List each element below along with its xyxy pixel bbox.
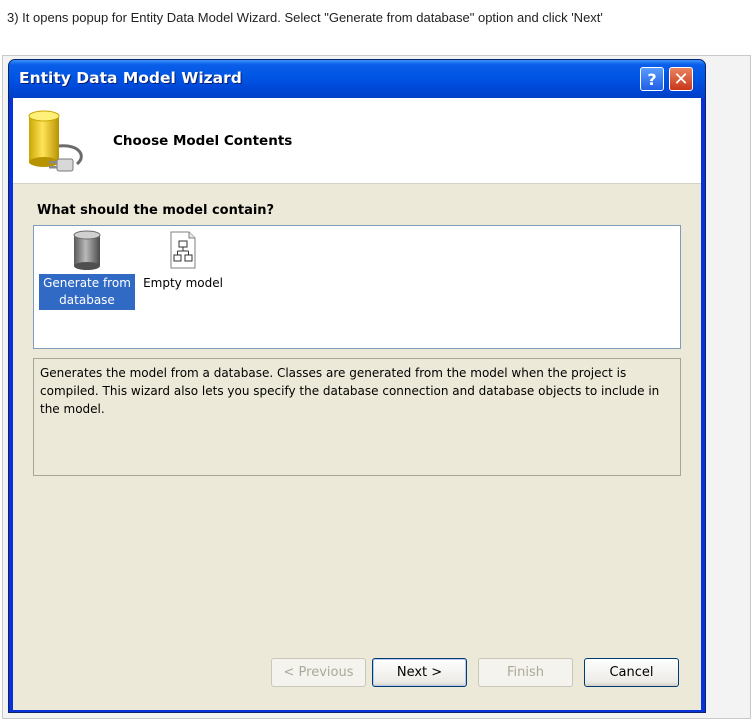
- cancel-button[interactable]: Cancel: [584, 658, 679, 687]
- next-button[interactable]: Next >: [372, 658, 467, 687]
- window-title: Entity Data Model Wizard: [19, 69, 242, 87]
- close-button[interactable]: ✕: [669, 67, 693, 91]
- model-options-list: Generate from database Empty model: [33, 225, 681, 349]
- option-generate-from-database[interactable]: Generate from database: [38, 230, 136, 310]
- previous-button[interactable]: < Previous: [271, 658, 366, 687]
- instruction-caption: 3) It opens popup for Entity Data Model …: [7, 10, 603, 25]
- wizard-body: Choose Model Contents What should the mo…: [13, 98, 701, 710]
- close-icon: ✕: [673, 68, 689, 90]
- option-empty-label: Empty model: [143, 276, 223, 290]
- option-generate-label: Generate from database: [39, 274, 135, 310]
- diagram-icon: [170, 231, 196, 269]
- wizard-window: Entity Data Model Wizard ? ✕ Choose Mode…: [8, 59, 706, 713]
- help-button[interactable]: ?: [640, 67, 664, 91]
- wizard-header: Choose Model Contents: [13, 98, 701, 184]
- database-icon: [73, 230, 101, 270]
- database-plug-icon: [28, 110, 83, 172]
- help-icon: ?: [647, 69, 657, 89]
- finish-button[interactable]: Finish: [478, 658, 573, 687]
- section-label: What should the model contain?: [37, 203, 275, 218]
- page-title: Choose Model Contents: [113, 133, 293, 149]
- title-bar[interactable]: Entity Data Model Wizard ? ✕: [9, 60, 705, 98]
- option-empty-model[interactable]: Empty model: [136, 230, 230, 293]
- option-description: Generates the model from a database. Cla…: [33, 358, 681, 476]
